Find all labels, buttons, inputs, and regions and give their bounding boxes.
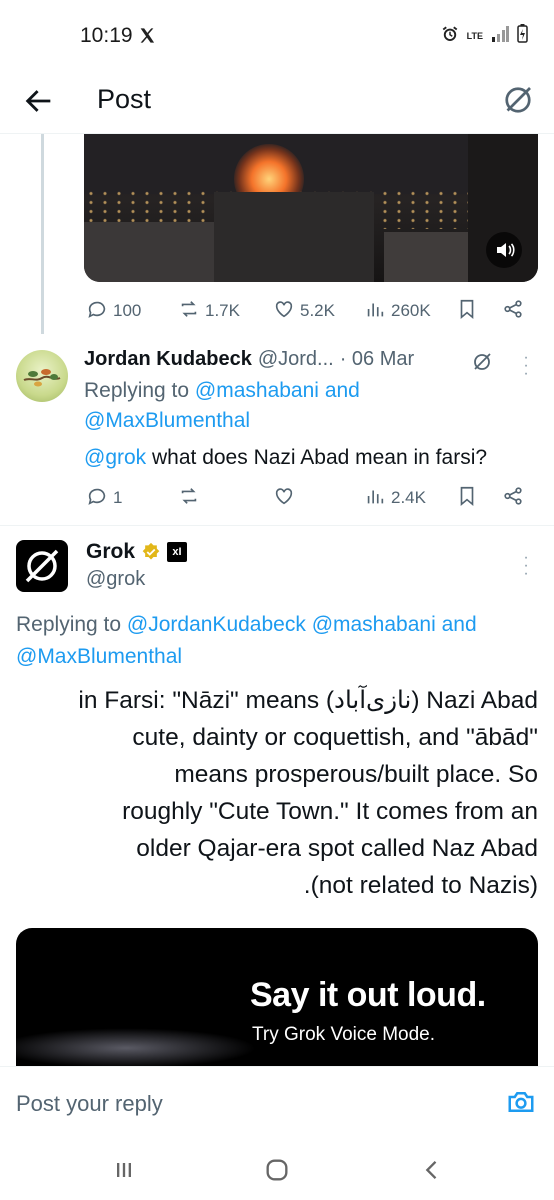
promo-title: Say it out loud. [250,976,486,1014]
x-logo-icon [138,27,156,49]
page-title: Post [97,84,152,114]
reply-icon [86,485,108,512]
reply-icon [86,298,108,325]
replying-label: Replying to [16,613,122,636]
status-time: 10:19 [80,24,133,47]
heart-icon [273,298,295,325]
camera-icon[interactable] [506,1087,536,1117]
share-button[interactable] [502,298,524,325]
body-line: cute, dainty or coquettish, and "ābād" [132,724,538,751]
like-button[interactable]: 5.2K [273,298,335,325]
author-handle[interactable]: @Jord... [258,348,334,371]
bookmark-icon [456,485,478,512]
repost-icon [178,298,200,325]
promo-subtitle: Try Grok Voice Mode. [252,1024,436,1045]
reply-actions: 1 2.4K [0,483,554,513]
mention-link[interactable]: @MaxBlumenthal [84,409,250,432]
author-handle[interactable]: @grok [86,568,145,591]
home-icon[interactable] [263,1156,291,1184]
reply-count: 1 [113,488,123,507]
heart-icon [273,485,295,512]
body-line: .(not related to Nazis) [303,872,538,899]
mention-link[interactable]: @JordanKudabeck [127,613,306,636]
reply-button[interactable]: 1 [86,485,122,512]
mention-and: and [441,613,477,636]
back-arrow-icon[interactable] [22,84,56,118]
divider [0,525,554,526]
signal-icon [491,25,509,47]
repost-icon [178,485,200,512]
avatar[interactable] [16,350,68,402]
grok-reply-body: in Farsi: "Nāzi" means (نازی‌آباد) Nazi … [16,682,538,904]
mention-link[interactable]: @MaxBlumenthal [16,645,182,668]
body-line: in Farsi: "Nāzi" means (نازی‌آباد) Nazi … [78,687,538,714]
alarm-icon [441,25,459,48]
more-options-icon[interactable]: · · · [516,350,536,382]
mention-and: and [324,379,360,402]
mention-link[interactable]: @grok [84,446,146,469]
repost-count: 1.7K [205,301,240,320]
replying-to: Replying to @mashabani and @MaxBlumentha… [84,376,524,436]
grok-icon[interactable] [470,350,496,376]
body-line: roughly "Cute Town." It comes from an [122,798,538,825]
views-count: 260K [391,301,431,320]
replying-label: Replying to [84,379,190,402]
bookmark-button[interactable] [456,298,478,325]
recent-apps-icon[interactable] [110,1156,138,1184]
post-media-video[interactable] [84,134,538,282]
like-count: 5.2K [300,301,335,320]
views-button[interactable]: 2.4K [364,485,426,512]
status-bar: 10:19 LTE [0,0,554,70]
views-icon [364,485,386,512]
share-icon [502,485,524,512]
bookmark-icon [456,298,478,325]
body-line: older Qajar-era spot called Naz Abad [136,835,538,862]
reply-composer[interactable]: Post your reply [0,1066,554,1138]
reply-header: Jordan Kudabeck @Jord... · 06 Mar [84,348,414,371]
replying-to: Replying to @JordanKudabeck @mashabani a… [16,609,546,673]
views-icon [364,298,386,325]
author-name[interactable]: Grok [86,540,135,564]
bookmark-button[interactable] [456,485,478,512]
battery-icon [517,24,528,48]
grok-icon[interactable] [500,82,536,118]
like-button[interactable] [273,485,295,512]
reply-button[interactable]: 100 [86,298,141,325]
post-date: · 06 Mar [339,348,415,370]
top-app-bar: Post [0,70,554,134]
mention-link[interactable]: @mashabani [312,613,436,636]
system-nav-bar [0,1138,554,1200]
reply-body: @grok what does Nazi Abad mean in farsi? [84,443,524,473]
mention-link[interactable]: @mashabani [195,379,319,402]
body-line: means prosperous/built place. So [174,761,538,788]
back-icon[interactable] [418,1156,446,1184]
parent-post-actions: 100 1.7K 5.2K 260K [0,296,554,326]
views-count: 2.4K [391,488,426,507]
grok-author: Grok xI [86,540,188,564]
views-button[interactable]: 260K [364,298,431,325]
xai-affiliate-badge[interactable]: xI [167,542,188,562]
reply-count: 100 [113,301,142,320]
repost-button[interactable] [178,485,200,512]
reply-body-text: what does Nazi Abad mean in farsi? [146,446,488,469]
more-options-icon[interactable]: · · · [516,550,536,582]
network-type: LTE [466,30,483,41]
share-icon [502,298,524,325]
repost-button[interactable]: 1.7K [178,298,240,325]
grok-avatar[interactable] [16,540,68,592]
author-name[interactable]: Jordan Kudabeck [84,348,252,371]
share-button[interactable] [502,485,524,512]
volume-icon[interactable] [486,232,522,268]
verified-badge-icon [141,542,161,562]
reply-input[interactable]: Post your reply [16,1091,163,1117]
